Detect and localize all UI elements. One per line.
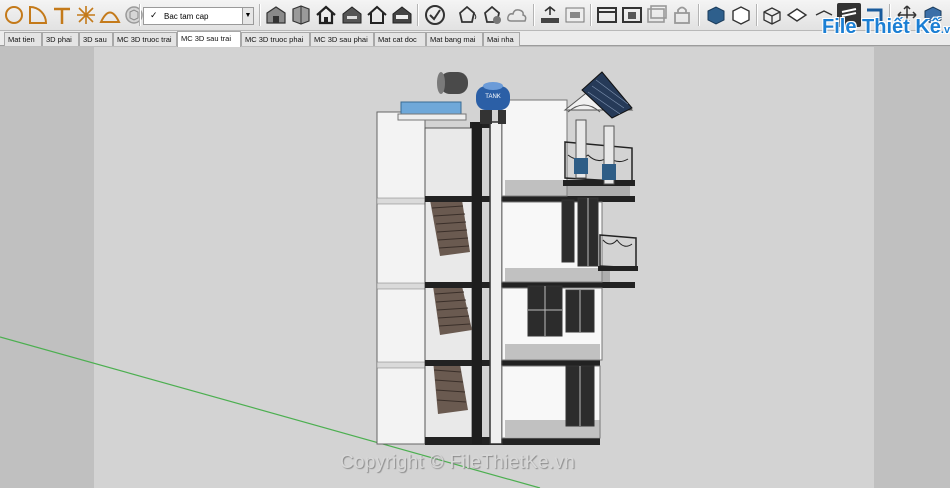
drawing-viewport[interactable]: TANK — [0, 47, 950, 488]
tab-mat-tien[interactable]: Mat tien — [4, 32, 42, 46]
section-plane-icon[interactable] — [98, 3, 122, 27]
section-model: TANK — [0, 47, 950, 488]
window-image-icon[interactable] — [620, 3, 644, 27]
layer-dropdown-value: Bac tam cap — [164, 12, 209, 21]
iso-view-icon[interactable] — [760, 3, 784, 27]
hidden-line-icon[interactable] — [729, 3, 753, 27]
warehouse-icon[interactable] — [264, 3, 288, 27]
paint-bucket-icon[interactable] — [455, 3, 479, 27]
check-icon: ✓ — [150, 10, 158, 20]
tab-3d-phai[interactable]: 3D phai — [42, 32, 79, 46]
house-upload-icon[interactable] — [390, 3, 414, 27]
axes-tool-icon[interactable] — [74, 3, 98, 27]
validate-icon[interactable] — [423, 3, 447, 27]
house-outline-icon[interactable] — [365, 3, 389, 27]
top-view-icon[interactable] — [785, 3, 809, 27]
window-copy-icon[interactable] — [645, 3, 669, 27]
tab-mat-bang-mai[interactable]: Mat bang mai — [426, 32, 483, 46]
tab-mc-3d-sau-phai[interactable]: MC 3D sau phai — [310, 32, 374, 46]
tape-measure-icon[interactable] — [50, 3, 74, 27]
layer-dropdown[interactable]: ✓ Bac tam cap ▼ — [143, 7, 254, 25]
house-share-icon[interactable] — [340, 3, 364, 27]
scene-tabs: Mat tien 3D phai 3D sau MC 3D truoc trai… — [0, 31, 950, 47]
shaded-box-icon[interactable] — [704, 3, 728, 27]
paint-hand-icon[interactable] — [480, 3, 504, 27]
logo-text: File Thiết Kế.vn — [822, 16, 950, 38]
water-tank-label: TANK — [485, 94, 501, 100]
tab-mc-3d-truoc-phai[interactable]: MC 3D truoc phai — [241, 32, 310, 46]
tab-mai-nha[interactable]: Mai nha — [483, 32, 520, 46]
home-icon[interactable] — [314, 3, 338, 27]
circle-tool-icon[interactable] — [2, 3, 26, 27]
tab-mat-cat-doc[interactable]: Mat cat doc — [374, 32, 426, 46]
copyright-watermark: Copyright © FileThietKe.vn — [340, 452, 576, 473]
main-toolbar: ✓ Bac tam cap ▼ — [0, 0, 950, 31]
tab-mc-3d-sau-trai[interactable]: MC 3D sau trai — [177, 31, 241, 47]
window-icon[interactable] — [595, 3, 619, 27]
protractor-tool-icon[interactable] — [26, 3, 50, 27]
print-screen-icon[interactable] — [563, 3, 587, 27]
chevron-down-icon[interactable]: ▼ — [242, 8, 253, 24]
tab-mc-3d-truoc-trai[interactable]: MC 3D truoc trai — [113, 32, 177, 46]
get-models-icon[interactable] — [289, 3, 313, 27]
presentation-icon[interactable] — [538, 3, 562, 27]
logo: File Thiết Kế.vn — [810, 8, 950, 44]
lock-icon[interactable] — [670, 3, 694, 27]
tab-3d-sau[interactable]: 3D sau — [79, 32, 113, 46]
cloud-icon[interactable] — [505, 3, 529, 27]
